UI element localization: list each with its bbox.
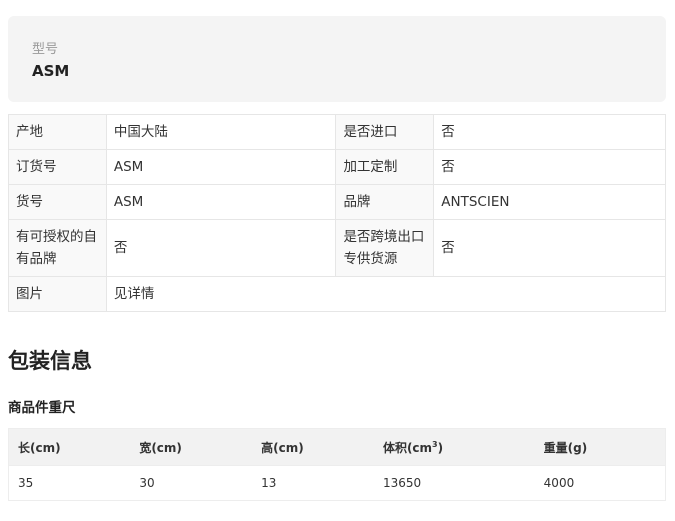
column-header: 长(cm) bbox=[8, 428, 131, 466]
attr-key: 有可授权的自有品牌 bbox=[8, 219, 107, 277]
attr-value: ASM bbox=[105, 149, 337, 185]
attr-key: 是否进口 bbox=[335, 114, 435, 150]
attribute-row: 订货号 ASM 加工定制 否 bbox=[8, 149, 666, 185]
attribute-table: 产地 中国大陆 是否进口 否 订货号 ASM 加工定制 否 货号 ASM 品牌 … bbox=[8, 114, 667, 312]
attribute-row: 产地 中国大陆 是否进口 否 bbox=[8, 114, 666, 150]
attr-value: 否 bbox=[433, 149, 666, 185]
packaging-subtitle: 商品件重尺 bbox=[8, 400, 76, 416]
model-card: 型号 ASM bbox=[8, 16, 666, 102]
attr-value: 否 bbox=[105, 219, 337, 277]
packaging-data-row: 35 30 13 13650 4000 bbox=[8, 465, 666, 501]
volume-header-text: 体积(cm bbox=[382, 440, 433, 455]
attr-value: 见详情 bbox=[105, 276, 667, 312]
model-label: 型号 bbox=[32, 42, 59, 57]
attr-value: ASM bbox=[105, 184, 337, 220]
attr-key: 品牌 bbox=[335, 184, 435, 220]
table-cell: 4000 bbox=[534, 465, 666, 501]
attribute-row: 有可授权的自有品牌 否 是否跨境出口专供货源 否 bbox=[8, 219, 666, 277]
attr-value: 否 bbox=[433, 219, 666, 277]
column-header: 宽(cm) bbox=[130, 428, 253, 466]
column-header: 重量(g) bbox=[534, 428, 666, 466]
column-header: 高(cm) bbox=[252, 428, 374, 466]
attr-key: 货号 bbox=[8, 184, 107, 220]
attr-key: 产地 bbox=[8, 114, 107, 150]
attribute-row: 货号 ASM 品牌 ANTSCIEN bbox=[8, 184, 666, 220]
attr-value: ANTSCIEN bbox=[433, 184, 666, 220]
table-cell: 13 bbox=[252, 465, 374, 501]
attr-key: 订货号 bbox=[8, 149, 107, 185]
attr-key: 是否跨境出口专供货源 bbox=[335, 219, 435, 277]
packaging-section-title: 包装信息 bbox=[8, 349, 92, 373]
attr-value: 中国大陆 bbox=[105, 114, 337, 150]
packaging-header-row: 长(cm) 宽(cm) 高(cm) 体积(cm3) 重量(g) bbox=[8, 428, 666, 466]
table-cell: 30 bbox=[130, 465, 253, 501]
attr-key: 图片 bbox=[8, 276, 107, 312]
table-cell: 13650 bbox=[373, 465, 535, 501]
attribute-row: 图片 见详情 bbox=[8, 276, 667, 312]
packaging-table: 长(cm) 宽(cm) 高(cm) 体积(cm3) 重量(g) 35 30 13… bbox=[8, 428, 666, 501]
volume-header-close: ) bbox=[437, 440, 444, 455]
table-cell: 35 bbox=[8, 465, 131, 501]
attr-key: 加工定制 bbox=[335, 149, 435, 185]
column-header-volume: 体积(cm3) bbox=[373, 428, 535, 466]
attr-value: 否 bbox=[433, 114, 666, 150]
model-value: ASM bbox=[32, 62, 70, 80]
